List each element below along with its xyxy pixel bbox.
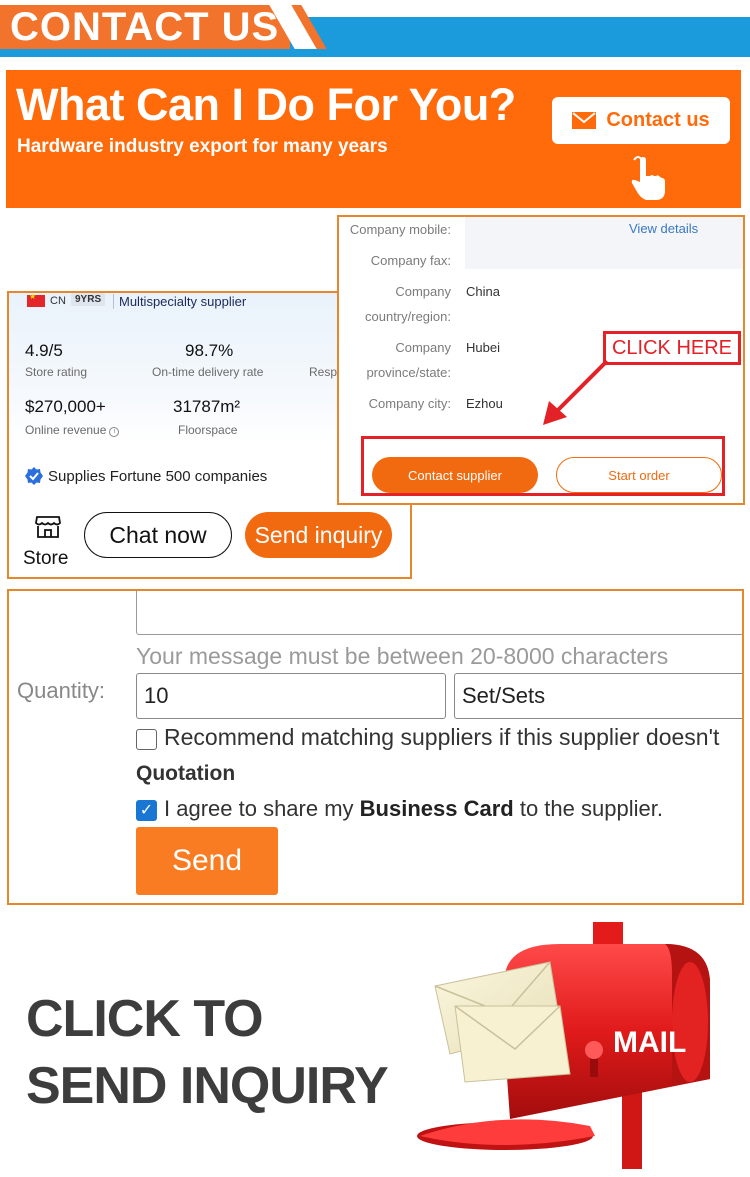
hero-banner: What Can I Do For You? Hardware industry…	[6, 70, 741, 208]
unit-select[interactable]: Set/Sets	[454, 673, 742, 719]
quantity-label: Quantity:	[17, 678, 106, 703]
company-mobile-label: Company mobile:	[349, 222, 451, 237]
china-flag-icon	[27, 293, 45, 307]
click-here-callout: CLICK HERE	[603, 331, 741, 365]
verified-badge-icon	[25, 467, 43, 485]
online-revenue-label: Online revenue	[25, 423, 107, 437]
company-fax-label: Company fax:	[370, 253, 451, 268]
agree-label-post: to the supplier.	[513, 796, 663, 821]
quotation-heading: Quotation	[136, 762, 236, 785]
quantity-input[interactable]: 10	[136, 673, 446, 719]
company-country-value: China	[466, 284, 500, 299]
store-icon[interactable]	[35, 515, 61, 539]
mailbox-illustration[interactable]: MAIL	[410, 914, 750, 1169]
chat-now-button[interactable]: Chat now	[84, 512, 232, 558]
info-icon[interactable]: i	[109, 427, 120, 437]
cta-line-1: CLICK TO	[26, 990, 264, 1048]
contact-us-label: Contact us	[606, 109, 710, 131]
message-textarea[interactable]	[136, 591, 742, 635]
mailbox-label: MAIL	[613, 1026, 686, 1059]
delivery-rate-label: On-time delivery rate	[152, 365, 264, 379]
floorspace-label: Floorspace	[178, 423, 238, 437]
company-province-value: Hubei	[466, 340, 500, 355]
agree-label-bold: Business Card	[359, 796, 514, 821]
company-city-label: Company city:	[368, 396, 451, 411]
message-length-hint: Your message must be between 20-8000 cha…	[136, 643, 669, 669]
cta-text: CLICK TO SEND INQUIRY	[26, 986, 389, 1120]
agree-label-pre: I agree to share my	[164, 796, 360, 821]
details-shaded-area	[465, 217, 743, 269]
supplier-type: Multispecialty supplier	[113, 294, 246, 309]
hand-pointer-icon	[631, 156, 665, 200]
send-button[interactable]: Send	[136, 827, 278, 895]
store-rating-label: Store rating	[25, 365, 88, 379]
store-rating-value: 4.9/5	[25, 341, 63, 360]
fortune-500-badge: Supplies Fortune 500 companies	[25, 467, 267, 485]
start-order-button[interactable]: Start order	[556, 457, 722, 493]
company-province-label: Company province/state:	[366, 340, 451, 380]
fortune-label: Supplies Fortune 500 companies	[48, 467, 268, 485]
store-label[interactable]: Store	[23, 548, 68, 570]
envelope-icon	[572, 112, 597, 129]
hero-title: What Can I Do For You?	[16, 79, 516, 130]
hero-subtitle: Hardware industry export for many years	[17, 136, 388, 157]
years-badge: 9YRS	[71, 293, 106, 306]
company-city-value: Ezhou	[466, 396, 503, 411]
country-code: CN	[50, 295, 66, 307]
cta-line-2: SEND INQUIRY	[26, 1057, 389, 1115]
recommend-label: Recommend matching suppliers if this sup…	[164, 724, 720, 750]
company-country-label: Company country/region:	[365, 284, 451, 324]
contact-supplier-button[interactable]: Contact supplier	[372, 457, 538, 493]
view-details-link[interactable]: View details	[629, 221, 698, 236]
agree-checkbox[interactable]: ✓	[136, 800, 157, 821]
send-inquiry-button[interactable]: Send inquiry	[245, 512, 392, 558]
contact-us-button[interactable]: Contact us	[552, 97, 730, 144]
red-arrow-icon	[543, 359, 609, 425]
agree-label: I agree to share my Business Card to the…	[164, 796, 663, 822]
floorspace-value: 31787m²	[173, 397, 241, 416]
recommend-checkbox[interactable]	[136, 729, 157, 750]
delivery-rate-value: 98.7%	[185, 341, 234, 360]
online-revenue-value: $270,000+	[25, 397, 106, 416]
online-revenue-label-wrap: Online revenue i	[25, 423, 120, 437]
company-details-card: Company mobile: View details Company fax…	[337, 215, 745, 505]
inquiry-form: Your message must be between 20-8000 cha…	[7, 589, 744, 905]
header-title: CONTACT US	[10, 5, 280, 49]
